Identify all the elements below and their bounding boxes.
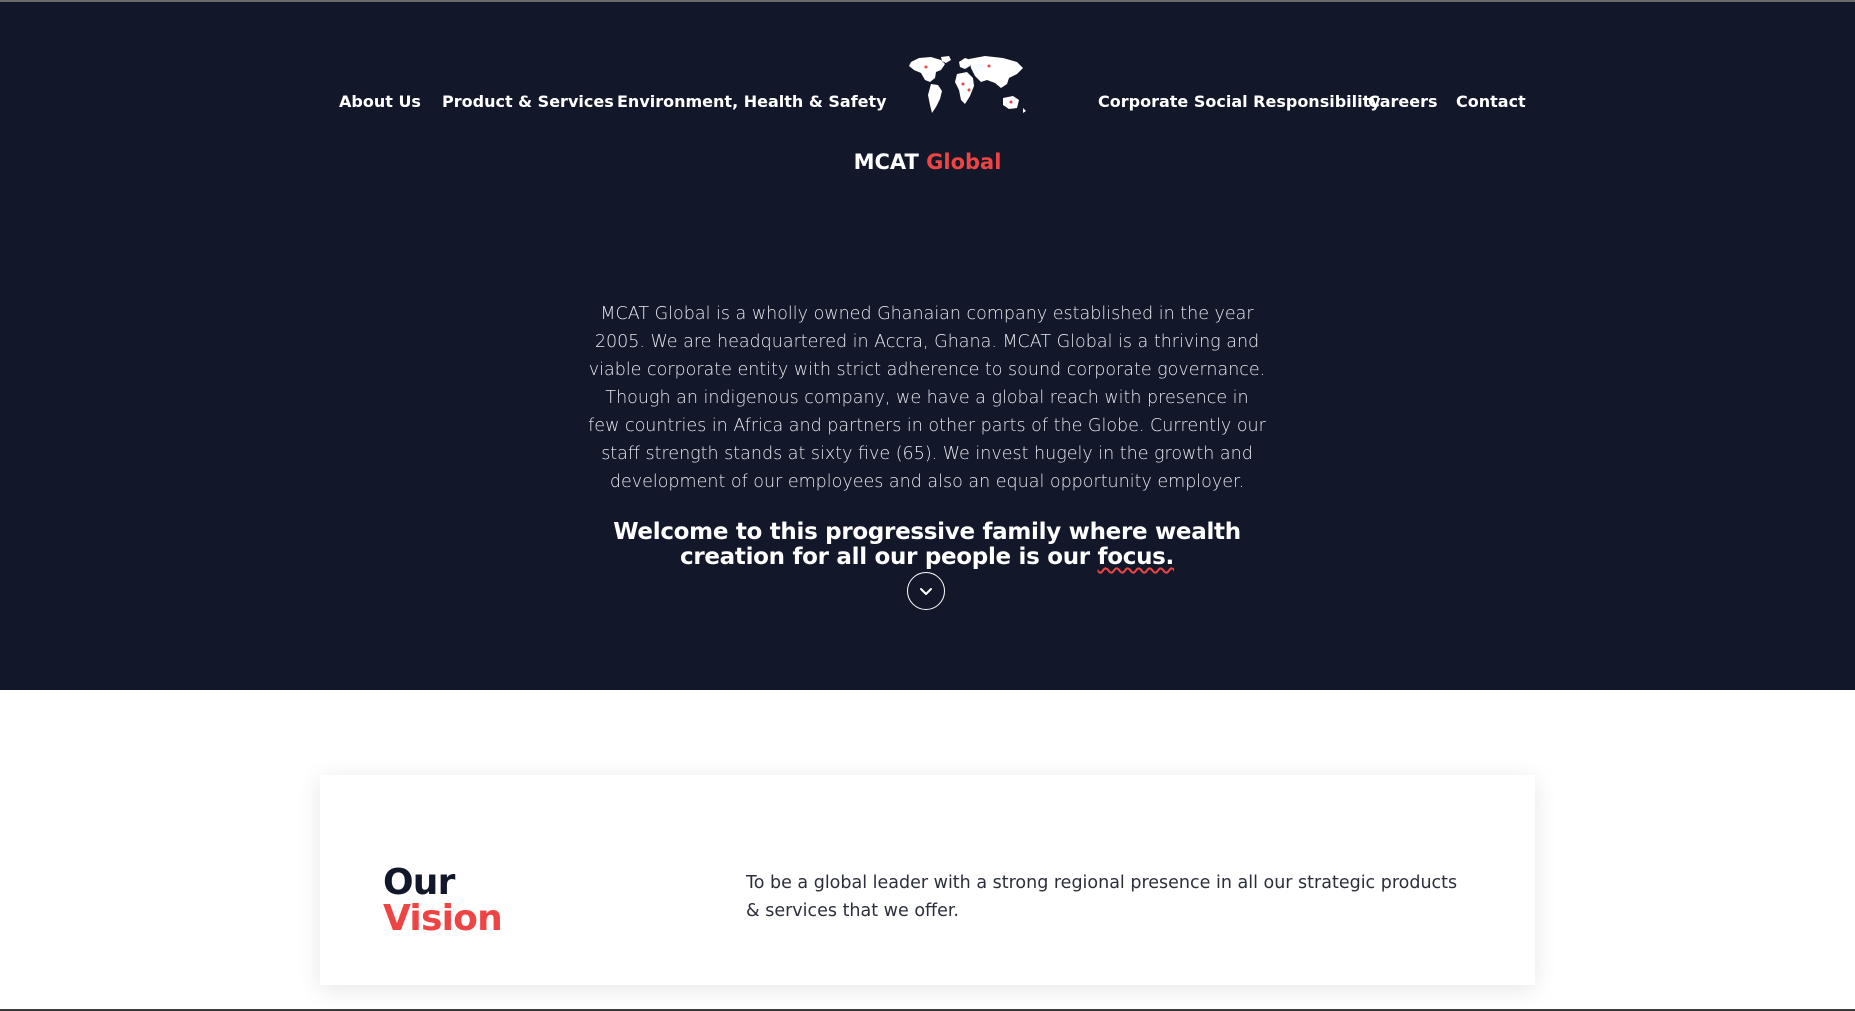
scroll-down-button[interactable] xyxy=(907,572,945,610)
nav-about-us[interactable]: About Us xyxy=(339,92,421,111)
vision-title: Our Vision xyxy=(383,861,503,939)
chevron-down-icon xyxy=(920,587,932,595)
welcome-heading: Welcome to this progressive family where… xyxy=(587,520,1267,570)
vision-text: To be a global leader with a strong regi… xyxy=(746,872,1458,921)
vision-title-line1: Our xyxy=(383,861,455,903)
nav-contact[interactable]: Contact xyxy=(1456,92,1526,111)
world-map-icon[interactable] xyxy=(905,54,1030,120)
nav-careers[interactable]: Careers xyxy=(1368,92,1438,111)
hero-section: About Us Product & Services Environment,… xyxy=(0,2,1855,690)
nav-environment-health-safety[interactable]: Environment, Health & Safety xyxy=(617,92,887,111)
nav-product-services[interactable]: Product & Services xyxy=(442,92,614,111)
brand-name-accent: Global xyxy=(926,150,1002,174)
company-intro-text: MCAT Global is a wholly owned Ghanaian c… xyxy=(588,303,1266,492)
brand-name-main: MCAT xyxy=(853,150,919,174)
brand-name: MCAT Global xyxy=(0,150,1855,174)
nav-corporate-social-responsibility[interactable]: Corporate Social Responsibility xyxy=(1098,92,1381,111)
welcome-focus-word: focus. xyxy=(1097,544,1175,571)
vision-title-line2: Vision xyxy=(383,897,503,939)
vision-card: Our Vision To be a global leader with a … xyxy=(320,775,1535,985)
